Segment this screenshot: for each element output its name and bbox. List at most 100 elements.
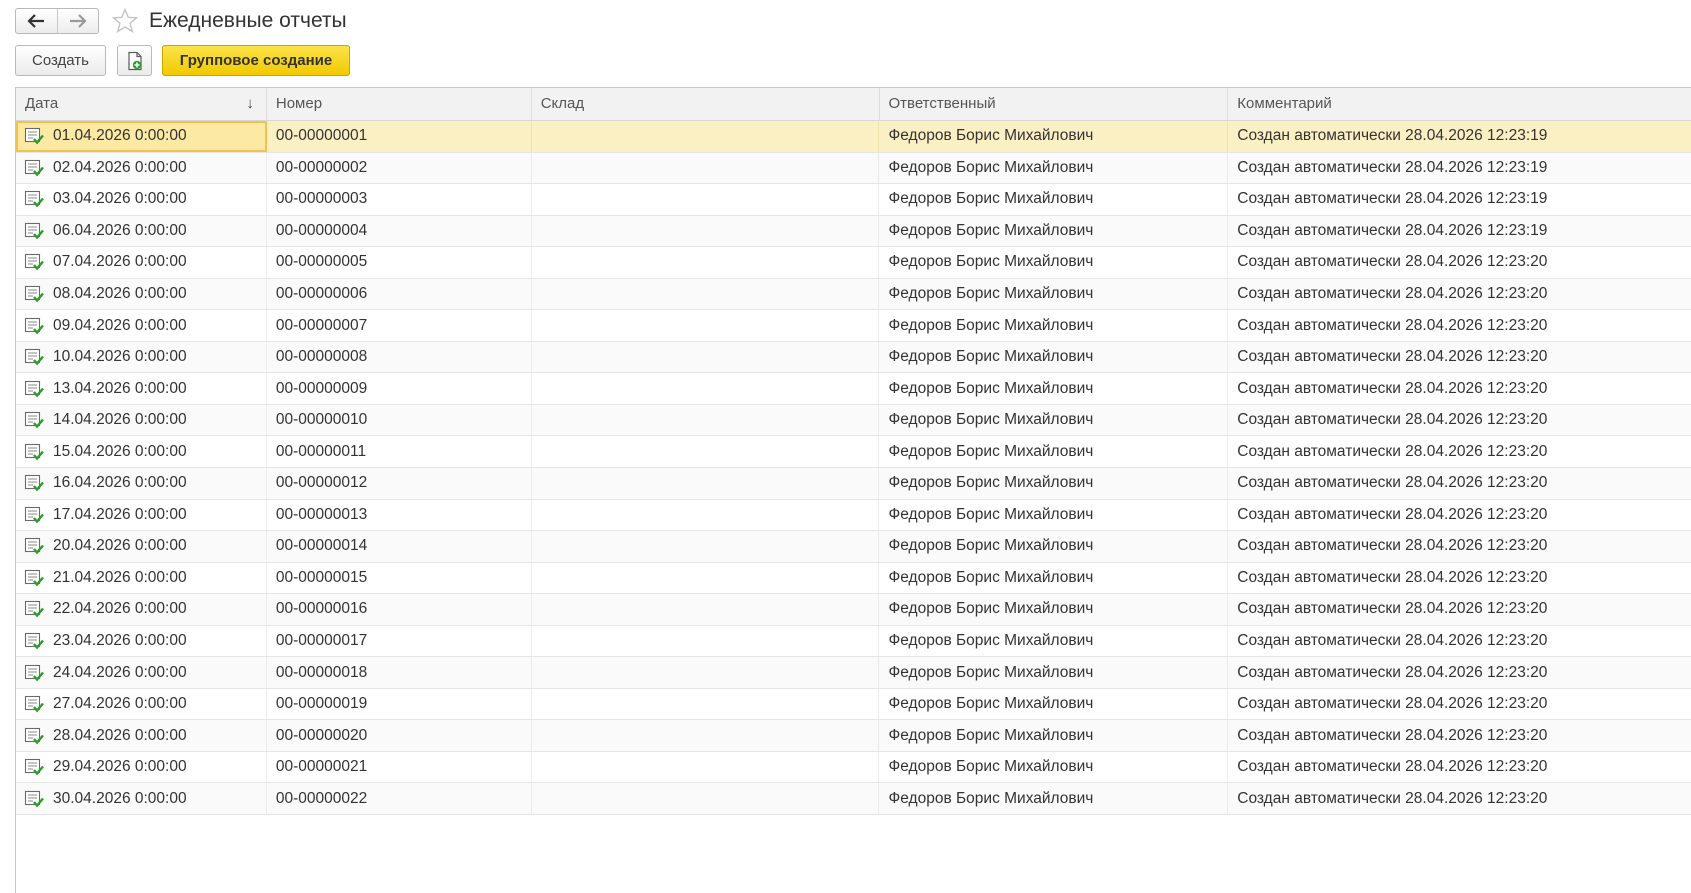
cell-date[interactable]: 20.04.2026 0:00:00 <box>16 531 267 562</box>
cell-comment[interactable]: Создан автоматически 28.04.2026 12:23:20 <box>1228 373 1691 404</box>
cell-comment[interactable]: Создан автоматически 28.04.2026 12:23:20 <box>1228 752 1691 783</box>
cell-number[interactable]: 00-00000009 <box>267 373 532 404</box>
cell-number[interactable]: 00-00000017 <box>267 625 532 657</box>
cell-date[interactable]: 06.04.2026 0:00:00 <box>16 215 267 247</box>
column-header-number[interactable]: Номер <box>267 88 532 120</box>
cell-responsible[interactable]: Федоров Борис Михайлович <box>879 121 1229 152</box>
cell-comment[interactable]: Создан автоматически 28.04.2026 12:23:20 <box>1228 531 1691 562</box>
cell-number[interactable]: 00-00000022 <box>267 783 532 815</box>
cell-warehouse[interactable] <box>532 121 880 152</box>
group-create-button[interactable]: Групповое создание <box>162 45 350 76</box>
cell-number[interactable]: 00-00000020 <box>267 720 532 751</box>
back-button[interactable] <box>16 9 57 33</box>
cell-comment[interactable]: Создан автоматически 28.04.2026 12:23:20 <box>1228 405 1691 436</box>
table-row[interactable]: 09.04.2026 0:00:00 00-00000007 Федоров Бор… <box>16 310 1691 342</box>
cell-number[interactable]: 00-00000018 <box>267 657 532 688</box>
table-row[interactable]: 24.04.2026 0:00:00 00-00000018 Федоров Бор… <box>16 657 1691 689</box>
table-row[interactable]: 15.04.2026 0:00:00 00-00000011 Федоров Бор… <box>16 436 1691 469</box>
cell-number[interactable]: 00-00000001 <box>267 121 532 152</box>
cell-responsible[interactable]: Федоров Борис Михайлович <box>879 499 1229 531</box>
cell-comment[interactable]: Создан автоматически 28.04.2026 12:23:20 <box>1228 342 1691 373</box>
cell-date[interactable]: 01.04.2026 0:00:00 <box>16 121 267 152</box>
cell-comment[interactable]: Создан автоматически 28.04.2026 12:23:20 <box>1228 468 1691 499</box>
cell-warehouse[interactable] <box>532 373 880 404</box>
copy-document-button[interactable] <box>117 45 152 76</box>
cell-warehouse[interactable] <box>532 688 880 720</box>
cell-comment[interactable]: Создан автоматически 28.04.2026 12:23:20 <box>1228 436 1691 467</box>
table-row[interactable]: 07.04.2026 0:00:00 00-00000005 Федоров Бор… <box>16 247 1691 279</box>
cell-comment[interactable]: Создан автоматически 28.04.2026 12:23:19 <box>1228 184 1691 215</box>
cell-responsible[interactable]: Федоров Борис Михайлович <box>879 184 1229 215</box>
cell-date[interactable]: 16.04.2026 0:00:00 <box>16 468 267 499</box>
cell-warehouse[interactable] <box>532 562 880 594</box>
cell-comment[interactable]: Создан автоматически 28.04.2026 12:23:20 <box>1228 689 1691 720</box>
cell-number[interactable]: 00-00000013 <box>267 499 532 531</box>
cell-comment[interactable]: Создан автоматически 28.04.2026 12:23:19 <box>1228 153 1691 184</box>
cell-date[interactable]: 10.04.2026 0:00:00 <box>16 341 267 373</box>
cell-responsible[interactable]: Федоров Борис Михайлович <box>879 373 1229 404</box>
cell-date[interactable]: 28.04.2026 0:00:00 <box>16 720 267 751</box>
cell-warehouse[interactable] <box>532 152 880 184</box>
cell-responsible[interactable]: Федоров Борис Михайлович <box>879 531 1229 562</box>
table-row[interactable]: 29.04.2026 0:00:00 00-00000021 Федоров Бор… <box>16 751 1691 784</box>
favorite-star-icon[interactable] <box>111 7 139 35</box>
cell-responsible[interactable]: Федоров Борис Михайлович <box>879 468 1229 499</box>
cell-warehouse[interactable] <box>532 404 880 436</box>
cell-responsible[interactable]: Федоров Борис Михайлович <box>879 404 1229 436</box>
cell-date[interactable]: 21.04.2026 0:00:00 <box>16 562 267 594</box>
cell-responsible[interactable]: Федоров Борис Михайлович <box>879 341 1229 373</box>
cell-number[interactable]: 00-00000011 <box>267 436 532 468</box>
cell-comment[interactable]: Создан автоматически 28.04.2026 12:23:20 <box>1228 563 1691 594</box>
table-row[interactable]: 30.04.2026 0:00:00 00-00000022 Федоров Бор… <box>16 783 1691 816</box>
cell-number[interactable]: 00-00000002 <box>267 152 532 184</box>
cell-comment[interactable]: Создан автоматически 28.04.2026 12:23:20 <box>1228 720 1691 751</box>
cell-number[interactable]: 00-00000015 <box>267 562 532 594</box>
cell-comment[interactable]: Создан автоматически 28.04.2026 12:23:20 <box>1228 783 1691 814</box>
cell-number[interactable]: 00-00000008 <box>267 341 532 373</box>
table-row[interactable]: 23.04.2026 0:00:00 00-00000017 Федоров Бор… <box>16 625 1691 658</box>
cell-warehouse[interactable] <box>532 215 880 247</box>
cell-responsible[interactable]: Федоров Борис Михайлович <box>879 751 1229 783</box>
table-row[interactable]: 08.04.2026 0:00:00 00-00000006 Федоров Бор… <box>16 278 1691 311</box>
cell-warehouse[interactable] <box>532 657 880 688</box>
cell-comment[interactable]: Создан автоматически 28.04.2026 12:23:20 <box>1228 247 1691 278</box>
cell-date[interactable]: 15.04.2026 0:00:00 <box>16 436 267 468</box>
cell-comment[interactable]: Создан автоматически 28.04.2026 12:23:20 <box>1228 500 1691 531</box>
cell-date[interactable]: 03.04.2026 0:00:00 <box>16 184 267 215</box>
cell-date[interactable]: 14.04.2026 0:00:00 <box>16 404 267 436</box>
table-row[interactable]: 13.04.2026 0:00:00 00-00000009 Федоров Бор… <box>16 373 1691 405</box>
cell-warehouse[interactable] <box>532 783 880 815</box>
cell-responsible[interactable]: Федоров Борис Михайлович <box>879 625 1229 657</box>
cell-number[interactable]: 00-00000016 <box>267 594 532 625</box>
table-row[interactable]: 22.04.2026 0:00:00 00-00000016 Федоров Бор… <box>16 594 1691 626</box>
cell-date[interactable]: 09.04.2026 0:00:00 <box>16 310 267 341</box>
column-header-date[interactable]: Дата ↓ <box>16 88 267 120</box>
cell-date[interactable]: 07.04.2026 0:00:00 <box>16 247 267 278</box>
column-header-warehouse[interactable]: Склад <box>532 88 880 120</box>
cell-warehouse[interactable] <box>532 468 880 499</box>
cell-warehouse[interactable] <box>532 531 880 562</box>
cell-responsible[interactable]: Федоров Борис Михайлович <box>879 278 1229 310</box>
cell-comment[interactable]: Создан автоматически 28.04.2026 12:23:20 <box>1228 626 1691 657</box>
cell-responsible[interactable]: Федоров Борис Михайлович <box>879 657 1229 688</box>
cell-comment[interactable]: Создан автоматически 28.04.2026 12:23:19 <box>1228 121 1691 152</box>
create-button[interactable]: Создать <box>15 45 106 76</box>
cell-warehouse[interactable] <box>532 310 880 341</box>
cell-warehouse[interactable] <box>532 625 880 657</box>
cell-number[interactable]: 00-00000014 <box>267 531 532 562</box>
column-header-responsible[interactable]: Ответственный <box>880 88 1229 120</box>
cell-number[interactable]: 00-00000010 <box>267 404 532 436</box>
forward-button[interactable] <box>56 9 98 33</box>
table-row[interactable]: 06.04.2026 0:00:00 00-00000004 Федоров Бор… <box>16 215 1691 248</box>
cell-date[interactable]: 13.04.2026 0:00:00 <box>16 373 267 404</box>
cell-comment[interactable]: Создан автоматически 28.04.2026 12:23:20 <box>1228 310 1691 341</box>
cell-responsible[interactable]: Федоров Борис Михайлович <box>879 562 1229 594</box>
cell-warehouse[interactable] <box>532 436 880 468</box>
cell-date[interactable]: 27.04.2026 0:00:00 <box>16 688 267 720</box>
cell-warehouse[interactable] <box>532 184 880 215</box>
cell-number[interactable]: 00-00000007 <box>267 310 532 341</box>
cell-date[interactable]: 02.04.2026 0:00:00 <box>16 152 267 184</box>
cell-number[interactable]: 00-00000004 <box>267 215 532 247</box>
cell-responsible[interactable]: Федоров Борис Михайлович <box>879 436 1229 468</box>
cell-responsible[interactable]: Федоров Борис Михайлович <box>879 783 1229 815</box>
